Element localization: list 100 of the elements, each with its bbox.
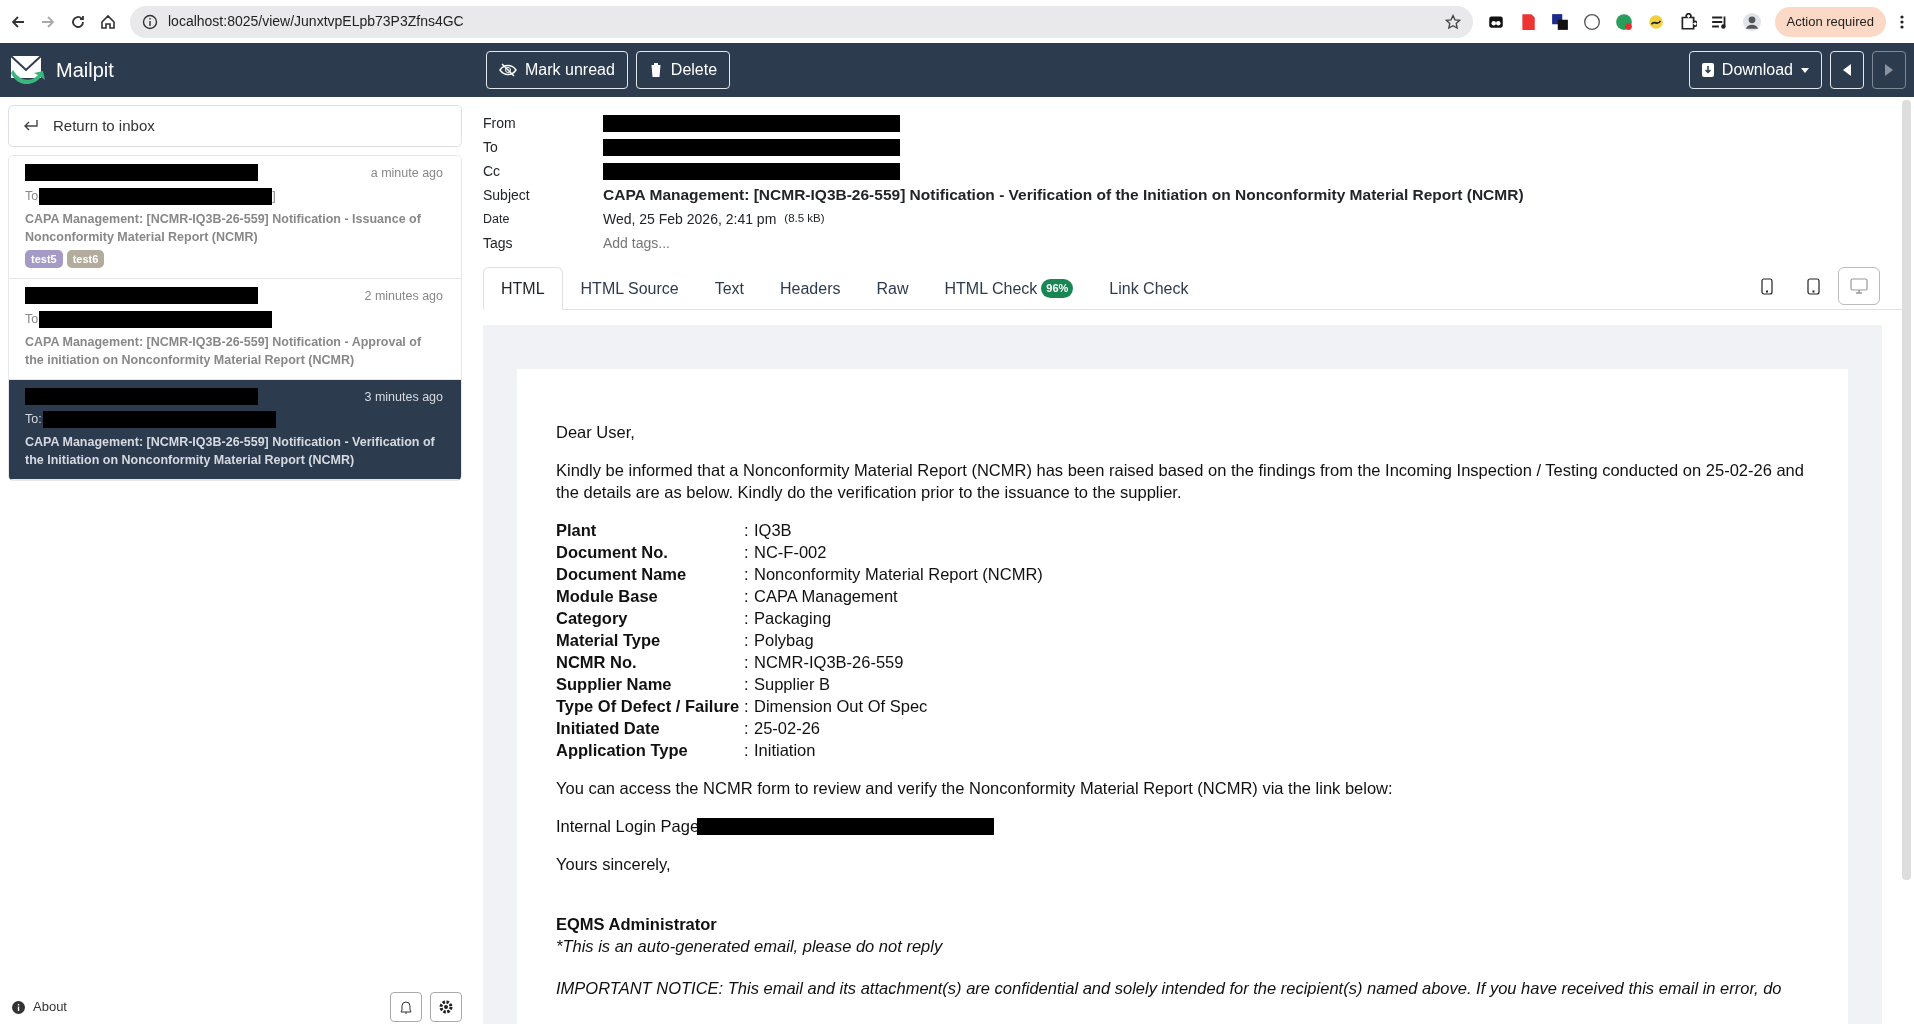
settings-icon: [439, 1000, 453, 1014]
message-subject: CAPA Management: [NCMR-IQ3B-26-559] Notification - Issuance of Nonconformity Material Report (NCMR): [25, 210, 422, 246]
about-link[interactable]: About: [12, 997, 67, 1017]
separator: :: [744, 521, 749, 539]
field-value: IQ3B: [754, 521, 792, 539]
home-icon[interactable]: [100, 13, 116, 30]
separator: :: [744, 741, 749, 759]
message-subject: CAPA Management: [NCMR-IQ3B-26-559] Notification - Verification of the Initiation on Nonconformity Material Report (NCMR): [25, 434, 436, 469]
email-date: Wed, 25 Feb 2026, 2:41 pm: [603, 209, 777, 229]
tab[interactable]: HTML Check 96%: [926, 267, 1092, 310]
field-label: Document Name: [556, 565, 687, 583]
tab[interactable]: Text: [696, 267, 762, 310]
separator: :: [744, 719, 749, 737]
scrollbar[interactable]: [1902, 100, 1911, 880]
caret-icon: [1801, 67, 1809, 73]
tab[interactable]: HTML: [483, 267, 563, 310]
previous-button[interactable]: [1830, 51, 1864, 89]
greeting: Dear User,: [556, 422, 636, 443]
header-label: Date: [483, 210, 511, 228]
bell-icon: [400, 1000, 412, 1014]
triangle-left-icon: [1843, 64, 1851, 76]
field-label: Type Of Defect / Failure: [556, 697, 740, 715]
header-label: Cc: [483, 161, 502, 181]
message-time: 2 minutes ago: [364, 288, 443, 305]
info-icon[interactable]: [142, 13, 158, 30]
field-label: Material Type: [556, 631, 661, 649]
separator: :: [744, 609, 749, 627]
to-label: To: [25, 187, 39, 205]
notifications-button[interactable]: [390, 992, 422, 1022]
field-label: NCMR No.: [556, 653, 637, 671]
header-label: Subject: [483, 185, 531, 205]
field-label: Supplier Name: [556, 675, 672, 693]
message-subject: CAPA Management: [NCMR-IQ3B-26-559] Notification - Approval of the initiation on Nonconformity Material Report (NCMR): [25, 333, 423, 369]
header-label: Tags: [483, 233, 514, 253]
return-to-inbox-button[interactable]: Return to inbox: [8, 105, 462, 147]
message-time: 3 minutes ago: [364, 388, 443, 406]
url-text: localhost:8025/view/JunxtvpELpb73P3Zfns4GC: [168, 12, 465, 31]
field-label: Initiated Date: [556, 719, 660, 737]
download-icon: [1701, 63, 1714, 77]
header-label: To: [483, 137, 499, 157]
login-label: Internal Login Page: [556, 816, 700, 837]
avatar-icon[interactable]: [1742, 12, 1761, 31]
squares-icon[interactable]: [1550, 12, 1569, 31]
field-label: Module Base: [556, 587, 658, 605]
message-time: a minute ago: [370, 165, 443, 182]
info-icon: [12, 1000, 25, 1014]
tab[interactable]: Headers: [762, 267, 859, 310]
to-label: To:: [25, 411, 42, 429]
header-label: From: [483, 113, 517, 133]
bracket-text: ]: [272, 187, 276, 205]
auto-note: *This is an auto-generated email, please do not reply: [556, 936, 944, 957]
tab[interactable]: HTML Source: [562, 267, 697, 310]
field-value: Polybag: [754, 631, 814, 649]
paragraph: Kindly be informed that a Nonconformity Material Report (NCMR) has been raised based on the findings from the Incoming Inspection / Testing conducted on 25-02-26 and the details are as below. Kindly do the verification prior to the issuance to the supplier.: [556, 460, 1805, 503]
mark-unread-button[interactable]: Mark unread: [486, 51, 628, 89]
phone-icon: [1761, 277, 1773, 295]
circle-icon[interactable]: [1582, 12, 1601, 31]
separator: :: [744, 587, 749, 605]
field-value: NCMR-IQ3B-26-559: [754, 653, 904, 671]
address-bar[interactable]: localhost:8025/view/JunxtvpELpb73P3Zfns4GC: [130, 5, 1473, 38]
more-icon[interactable]: [1900, 13, 1904, 30]
field-label: Plant: [556, 521, 597, 539]
settings-button[interactable]: [430, 992, 462, 1022]
field-value: Dimension Out Of Spec: [754, 697, 928, 715]
tablet-icon: [1806, 277, 1820, 295]
email-size: (8.5 kB): [784, 211, 825, 227]
reload-icon[interactable]: [70, 13, 86, 30]
triangle-right-icon: [1885, 64, 1893, 76]
field-value: Packaging: [754, 609, 832, 627]
tab[interactable]: Raw: [858, 267, 927, 310]
separator: :: [744, 653, 749, 671]
message-item[interactable]: 3 minutes ago To: CAPA Management: [NCMR-IQ3B-26-559] Notification - Verification of the Initiation on Nonconformity Material Report (NCMR): [9, 379, 461, 480]
notice: IMPORTANT NOTICE: This email and its attachment(s) are confidential and solely intended for the recipient(s) named above. If you have received this email in error, do: [556, 978, 1783, 999]
field-label: Category: [556, 609, 628, 627]
monitor-icon: [1850, 278, 1868, 294]
separator: :: [744, 543, 749, 561]
signature: EQMS Administrator: [556, 914, 718, 935]
separator: :: [744, 675, 749, 693]
download-button[interactable]: Download: [1688, 51, 1822, 89]
to-label: To: [25, 310, 39, 328]
separator: :: [744, 631, 749, 649]
paragraph: You can access the NCMR form to review and verify the Nonconformity Material Report (NCMR) via the link below:: [556, 778, 1394, 799]
brand-name[interactable]: Mailpit: [56, 55, 114, 85]
field-label: Document No.: [556, 543, 668, 561]
field-label: Application Type: [556, 741, 688, 759]
field-value: NC-F-002: [754, 543, 827, 561]
tab[interactable]: Link Check: [1091, 267, 1207, 310]
action-required-button[interactable]: Action required: [1774, 6, 1886, 37]
score-badge: 96%: [1041, 279, 1074, 298]
return-icon: [23, 119, 39, 133]
field-value: Nonconformity Material Report (NCMR): [754, 565, 1043, 583]
field-value: CAPA Management: [754, 587, 898, 605]
star-icon[interactable]: [1444, 13, 1461, 30]
field-value: Initiation: [754, 741, 816, 759]
delete-button[interactable]: Delete: [635, 51, 731, 89]
email-subject: CAPA Management: [NCMR-IQ3B-26-559] Notification - Verification of the Initiation on Nonconformity Material Report (NCMR): [603, 185, 1524, 206]
field-value: 25-02-26: [754, 719, 821, 737]
back-icon[interactable]: [10, 13, 26, 30]
separator: :: [744, 697, 749, 715]
separator: :: [744, 565, 749, 583]
